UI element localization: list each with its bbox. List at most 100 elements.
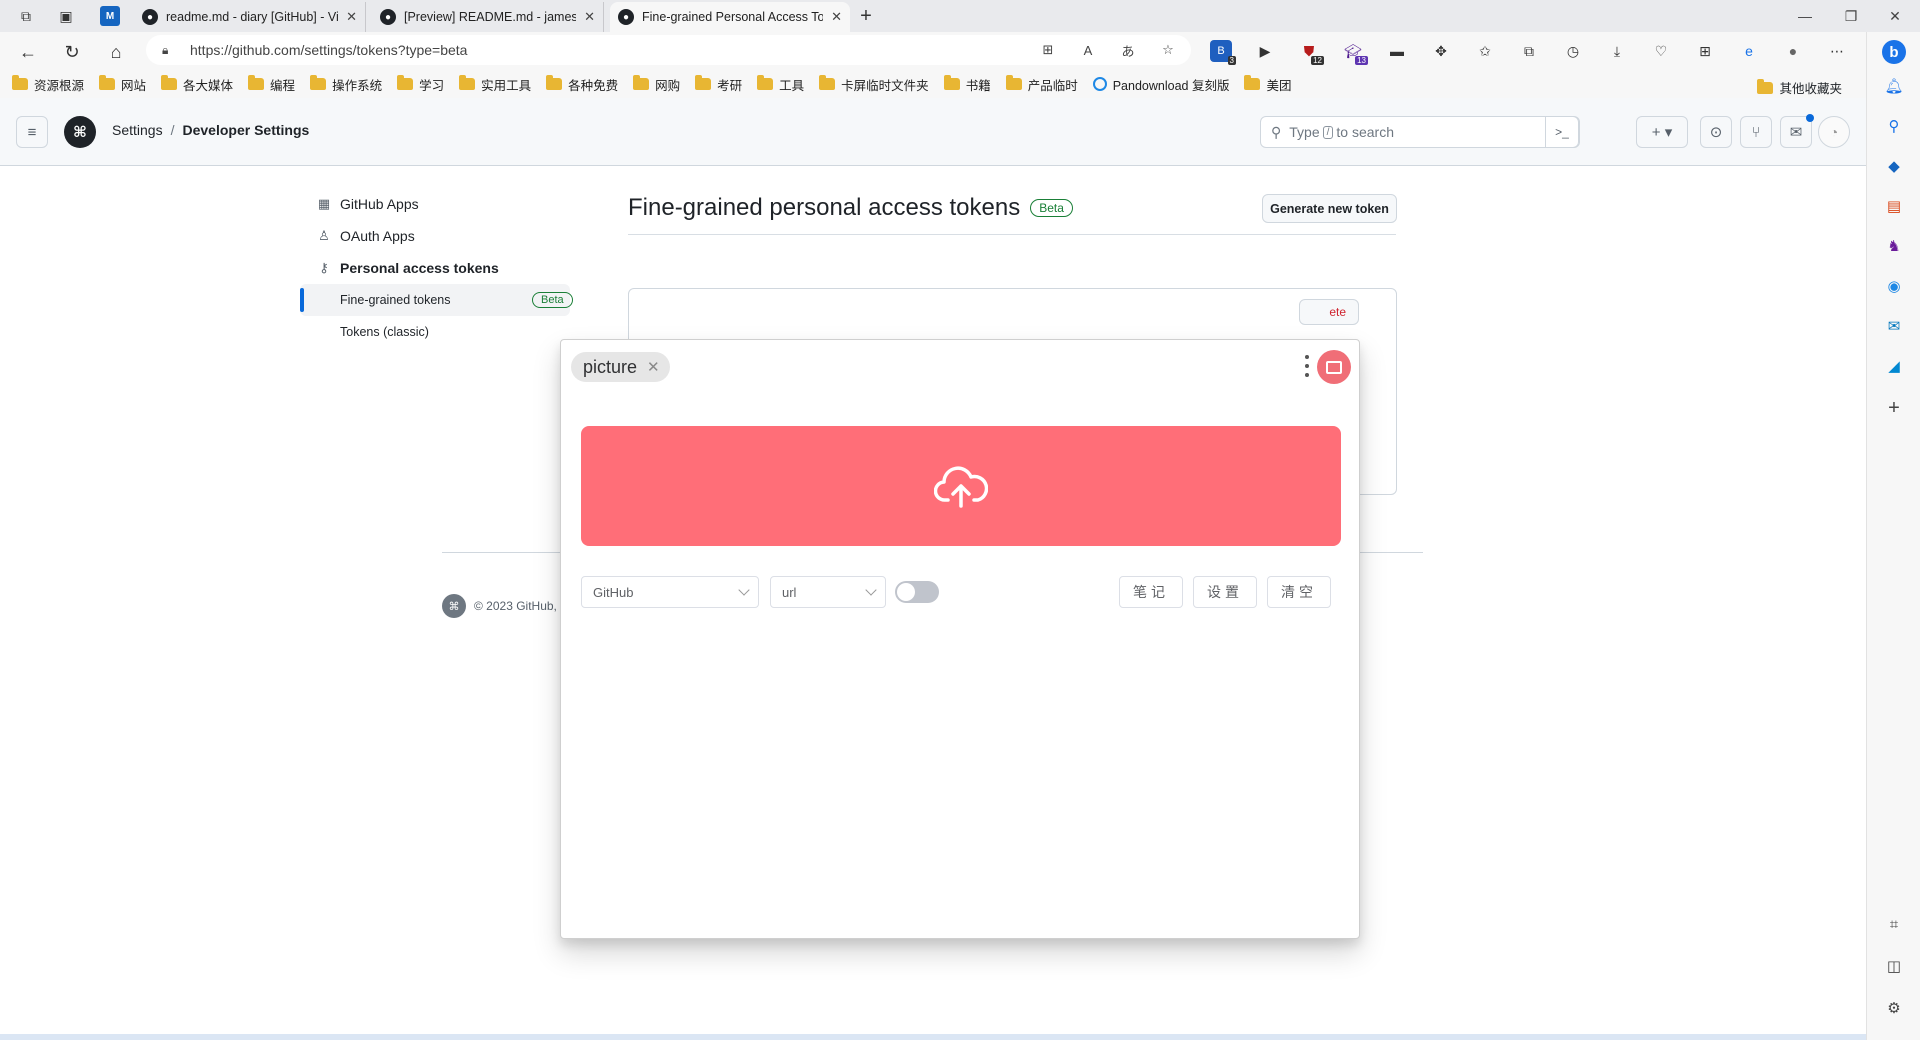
- command-palette-icon[interactable]: >_: [1545, 116, 1579, 148]
- bookmark-folder[interactable]: 美团: [1244, 75, 1291, 94]
- issues-icon[interactable]: ⊙: [1700, 116, 1732, 148]
- bookmark-folder[interactable]: 实用工具: [459, 75, 531, 94]
- cloud-icon: [1092, 77, 1107, 91]
- bookmark-link[interactable]: Pandownload 复刻版: [1092, 75, 1229, 94]
- play-extension-icon[interactable]: ▶: [1254, 40, 1276, 62]
- microsoft-365-icon[interactable]: ◉: [1882, 274, 1906, 298]
- folder-icon: [943, 75, 960, 90]
- games-icon[interactable]: ♞: [1882, 234, 1906, 258]
- close-icon[interactable]: ✕: [584, 9, 595, 25]
- extensions-puzzle-icon[interactable]: ✥: [1430, 40, 1452, 62]
- clear-button[interactable]: 清空: [1267, 576, 1331, 608]
- favorites-icon[interactable]: ✩: [1474, 40, 1496, 62]
- close-icon[interactable]: ✕: [647, 358, 660, 376]
- downloads-icon[interactable]: ⤓: [1606, 40, 1628, 62]
- search-icon[interactable]: ⚲: [1882, 114, 1906, 138]
- app-available-icon[interactable]: ⊞: [1038, 40, 1058, 60]
- bookmark-folder[interactable]: 网站: [99, 75, 146, 94]
- apps-icon[interactable]: ⊞: [1694, 40, 1716, 62]
- settings-button[interactable]: 设置: [1193, 576, 1257, 608]
- notes-button[interactable]: 笔记: [1119, 576, 1183, 608]
- sidebar-item-oauth-apps[interactable]: ♙ OAuth Apps: [300, 220, 570, 252]
- toggle-switch[interactable]: [895, 581, 939, 603]
- bookmark-folder[interactable]: 卡屏临时文件夹: [819, 75, 929, 94]
- close-icon[interactable]: ✕: [831, 9, 842, 25]
- screenshot-icon[interactable]: ⌗: [1882, 912, 1906, 936]
- github-logo-icon[interactable]: ⌘: [442, 594, 466, 618]
- profile-icon[interactable]: ●: [1782, 40, 1804, 62]
- breadcrumb-settings[interactable]: Settings: [112, 122, 163, 138]
- extension-2-icon[interactable]: ⛊ 12: [1298, 40, 1324, 65]
- image-upload-popup: picture ✕ GitHub url 笔记 设置 清空: [560, 339, 1360, 939]
- sidebar-item-fine-grained-tokens[interactable]: Fine-grained tokens Beta: [300, 284, 573, 316]
- tab-fine-grained-tokens[interactable]: ● Fine-grained Personal Access To ✕: [610, 2, 850, 32]
- format-select[interactable]: url: [770, 576, 886, 608]
- tab-preview-readme[interactable]: ● [Preview] README.md - james-c ✕: [372, 2, 604, 32]
- image-icon[interactable]: [1317, 350, 1351, 384]
- tab-actions-icon[interactable]: ▣: [56, 6, 76, 26]
- history-icon[interactable]: ◷: [1562, 40, 1584, 62]
- host-select[interactable]: GitHub: [581, 576, 759, 608]
- delete-token-button[interactable]: ete: [1299, 299, 1359, 325]
- outlook-icon[interactable]: ✉: [1882, 314, 1906, 338]
- bookmark-folder[interactable]: 工具: [757, 75, 804, 94]
- bookmark-folder[interactable]: 书籍: [943, 75, 991, 94]
- refresh-icon[interactable]: ↻: [60, 40, 84, 64]
- performance-icon[interactable]: ♡: [1650, 40, 1672, 62]
- drop-icon[interactable]: ◢: [1882, 354, 1906, 378]
- bookmark-folder[interactable]: 产品临时: [1005, 75, 1078, 94]
- read-aloud-icon[interactable]: A: [1078, 40, 1098, 60]
- edge-browser-essentials-icon[interactable]: e: [1738, 40, 1760, 62]
- pinned-tab-icon[interactable]: M: [100, 6, 120, 26]
- other-favorites[interactable]: 其他收藏夹: [1757, 78, 1842, 97]
- more-vertical-icon[interactable]: [1304, 355, 1310, 377]
- breadcrumb-developer-settings[interactable]: Developer Settings: [182, 122, 309, 138]
- extension-4-icon[interactable]: ▬: [1386, 40, 1408, 62]
- generate-new-token-button[interactable]: Generate new token: [1262, 194, 1397, 223]
- collections-icon[interactable]: ⧉: [1518, 40, 1540, 62]
- bookmark-folder[interactable]: 编程: [248, 75, 295, 94]
- bookmark-folder[interactable]: 操作系统: [310, 75, 382, 94]
- close-icon[interactable]: ✕: [346, 9, 357, 25]
- shopping-tag-icon[interactable]: ◆: [1882, 154, 1906, 178]
- inbox-icon[interactable]: ✉: [1780, 114, 1814, 148]
- sidebar-item-github-apps[interactable]: ▦ GitHub Apps: [300, 188, 570, 220]
- upload-dropzone[interactable]: [581, 426, 1341, 546]
- window-close-icon[interactable]: ✕: [1880, 4, 1910, 28]
- create-new-button[interactable]: + ▾: [1636, 116, 1688, 148]
- bookmark-folder[interactable]: 资源根源: [12, 75, 84, 94]
- notification-bell-icon[interactable]: 🔔︎: [1882, 74, 1906, 98]
- back-icon[interactable]: ←: [16, 40, 40, 64]
- home-icon[interactable]: ⌂: [104, 40, 128, 64]
- tab-readme-diary[interactable]: ● readme.md - diary [GitHub] - Vi ✕: [134, 2, 366, 32]
- bookmark-folder[interactable]: 考研: [695, 75, 742, 94]
- tools-icon[interactable]: ▤: [1882, 194, 1906, 218]
- search-input[interactable]: ⚲ Type / to search >_: [1260, 116, 1580, 148]
- avatar[interactable]: ◔: [1818, 116, 1850, 148]
- favorite-star-icon[interactable]: ☆: [1158, 40, 1178, 60]
- new-tab-icon[interactable]: +: [856, 5, 876, 27]
- pull-requests-icon[interactable]: ⑂: [1740, 116, 1772, 148]
- sidebar-settings-icon[interactable]: ⚙: [1882, 996, 1906, 1020]
- address-bar[interactable]: 🔒︎ https://github.com/settings/tokens?ty…: [146, 35, 1191, 65]
- tag-chip[interactable]: picture ✕: [571, 352, 670, 382]
- sidebar-item-personal-access-tokens[interactable]: ⚷ Personal access tokens: [300, 252, 570, 284]
- sidebar-item-tokens-classic[interactable]: Tokens (classic): [300, 316, 570, 348]
- add-sidebar-app-icon[interactable]: +: [1882, 396, 1906, 420]
- minimize-icon[interactable]: —: [1790, 4, 1820, 28]
- github-logo-icon[interactable]: ⌘: [64, 116, 96, 148]
- restore-icon[interactable]: ❐: [1836, 4, 1866, 28]
- bookmark-folder[interactable]: 网购: [633, 75, 680, 94]
- bookmark-folder[interactable]: 学习: [397, 75, 444, 94]
- bing-chat-icon[interactable]: b: [1882, 40, 1906, 64]
- extension-3-icon[interactable]: 🎓︎ 13: [1342, 40, 1368, 65]
- extension-1-icon[interactable]: B3: [1210, 40, 1236, 65]
- bookmark-folder[interactable]: 各大媒体: [161, 75, 233, 94]
- hide-sidebar-icon[interactable]: ◫: [1882, 954, 1906, 978]
- translate-icon[interactable]: あ: [1118, 40, 1138, 60]
- hamburger-menu-icon[interactable]: ≡: [16, 116, 48, 148]
- workspaces-icon[interactable]: ⧉: [16, 6, 36, 26]
- more-menu-icon[interactable]: ⋯: [1826, 40, 1848, 62]
- lock-icon[interactable]: 🔒︎: [162, 43, 176, 57]
- bookmark-folder[interactable]: 各种免费: [546, 75, 618, 94]
